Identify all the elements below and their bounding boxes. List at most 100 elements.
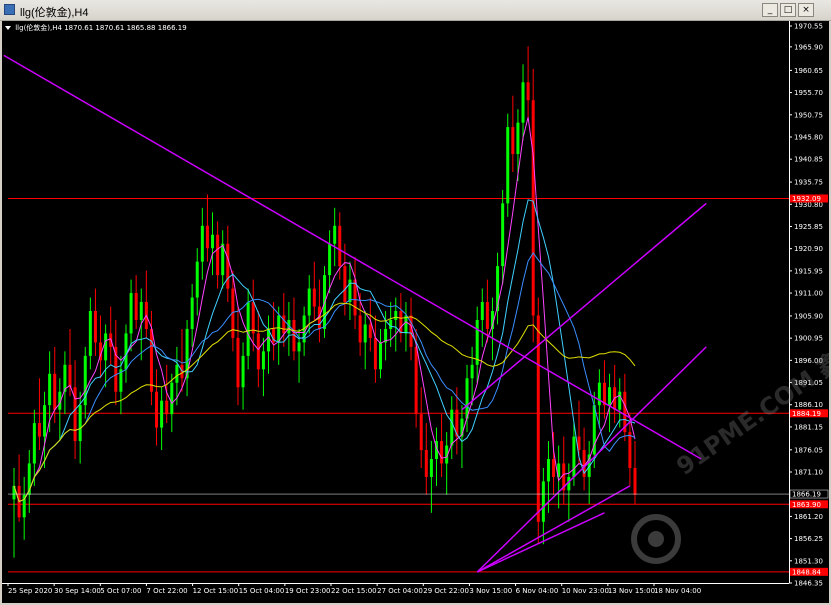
candle-body <box>134 293 138 320</box>
candle-body <box>424 450 428 477</box>
candle-body <box>93 311 97 343</box>
candle-body <box>608 387 612 406</box>
candle-body <box>241 355 245 388</box>
candle-body <box>465 378 469 419</box>
y-tick-label: 1955.70 <box>794 89 823 97</box>
y-tick-label: 1925.85 <box>794 223 823 231</box>
candle-body <box>190 297 194 329</box>
candle-body <box>170 382 174 415</box>
candle-body <box>53 373 57 410</box>
candle-body <box>485 302 489 329</box>
candle-body <box>526 82 530 101</box>
candle-body <box>43 405 47 437</box>
x-tick-label: 27 Oct 04:00 <box>377 587 423 595</box>
candle-body <box>246 302 250 356</box>
candle-body <box>343 266 347 303</box>
candle-body <box>104 333 108 361</box>
candle-body <box>129 293 133 334</box>
candle-body <box>124 333 128 370</box>
candle-body <box>368 324 372 338</box>
candle-body <box>378 342 382 370</box>
candle-body <box>628 432 632 468</box>
maximize-button[interactable]: □ <box>780 3 796 17</box>
candle-body <box>160 400 164 428</box>
price-chart[interactable]: 1970.55 1965.90 1960.65 1955.70 1950.75 1945.… <box>2 21 829 603</box>
candle-body <box>261 351 265 370</box>
candle-body <box>470 364 474 379</box>
price-level-label: 1848.84 <box>792 568 821 576</box>
candle-body <box>633 467 637 495</box>
candle-body <box>338 225 342 267</box>
trend-line[interactable] <box>476 512 605 573</box>
y-tick-label: 1876.05 <box>794 446 823 454</box>
x-tick-label: 19 Oct 23:00 <box>285 587 331 595</box>
candle-body <box>363 324 367 343</box>
candle-body <box>429 458 433 477</box>
y-tick-label: 1935.75 <box>794 179 823 187</box>
candle-body <box>236 337 240 388</box>
current-price-label: 1866.19 <box>792 491 821 499</box>
price-level-label: 1863.90 <box>792 501 821 509</box>
y-tick-label: 1900.95 <box>794 335 823 343</box>
price-level-label: 1884.19 <box>792 410 821 418</box>
candle-body <box>440 441 444 464</box>
trend-line[interactable] <box>476 485 631 573</box>
candle-body <box>149 328 153 392</box>
candle-body <box>531 100 535 316</box>
x-tick-label: 25 Sep 2020 <box>8 587 52 595</box>
candle-body <box>414 346 418 415</box>
x-tick-label: 7 Oct 22:00 <box>146 587 187 595</box>
y-tick-label: 1970.55 <box>794 23 823 31</box>
x-tick-label: 12 Oct 15:00 <box>193 587 239 595</box>
candle-body <box>597 382 601 406</box>
candle-body <box>501 203 505 267</box>
chart-window-icon <box>4 4 15 15</box>
candle-body <box>226 243 230 289</box>
y-tick-label: 1940.85 <box>794 156 823 164</box>
candle-body <box>216 234 220 276</box>
candle-body <box>552 458 556 477</box>
candle-body <box>358 315 362 343</box>
candle-body <box>394 311 398 320</box>
y-tick-label: 1851.30 <box>794 557 823 565</box>
y-tick-label: 1945.80 <box>794 133 823 141</box>
close-button[interactable]: × <box>798 3 814 17</box>
y-tick-label: 1965.90 <box>794 43 823 51</box>
candle-body <box>211 234 215 249</box>
candle-body <box>572 436 576 477</box>
collapse-arrow-icon[interactable] <box>5 26 11 30</box>
y-tick-label: 1920.90 <box>794 245 823 253</box>
x-tick-label: 29 Oct 22:00 <box>423 587 469 595</box>
x-tick-label: 18 Nov 04:00 <box>654 587 701 595</box>
candle-body <box>195 261 199 298</box>
candle-body <box>373 337 377 370</box>
candle-body <box>475 319 479 365</box>
y-tick-label: 1846.35 <box>794 580 823 588</box>
candle-body <box>541 481 545 522</box>
x-tick-label: 3 Nov 15:00 <box>469 587 512 595</box>
x-tick-label: 30 Sep 14:00 <box>54 587 101 595</box>
candle-body <box>618 391 622 410</box>
trend-line[interactable] <box>3 54 702 460</box>
info-symbol: llg(伦敦金),H4 <box>15 24 62 32</box>
candle-body <box>419 414 423 451</box>
candle-body <box>480 302 484 320</box>
y-tick-label: 1861.20 <box>794 513 823 521</box>
y-tick-label: 1960.65 <box>794 67 823 75</box>
candle-body <box>297 342 301 352</box>
candle-body <box>506 127 510 204</box>
candle-body <box>32 423 36 464</box>
candle-body <box>200 225 204 262</box>
x-tick-label: 5 Oct 07:00 <box>100 587 141 595</box>
y-tick-label: 1905.90 <box>794 312 823 320</box>
title-bar: llg(伦敦金),H4 _ □ × <box>0 0 831 21</box>
candle-body <box>511 127 515 155</box>
candle-body <box>175 364 179 383</box>
candle-body <box>155 391 159 428</box>
candle-body <box>88 311 92 356</box>
candle-body <box>37 423 41 437</box>
minimize-button[interactable]: _ <box>762 3 778 17</box>
chart-area[interactable]: 1970.55 1965.90 1960.65 1955.70 1950.75 1945.… <box>2 21 829 603</box>
candle-body <box>48 373 52 406</box>
y-tick-label: 1911.00 <box>794 290 823 298</box>
